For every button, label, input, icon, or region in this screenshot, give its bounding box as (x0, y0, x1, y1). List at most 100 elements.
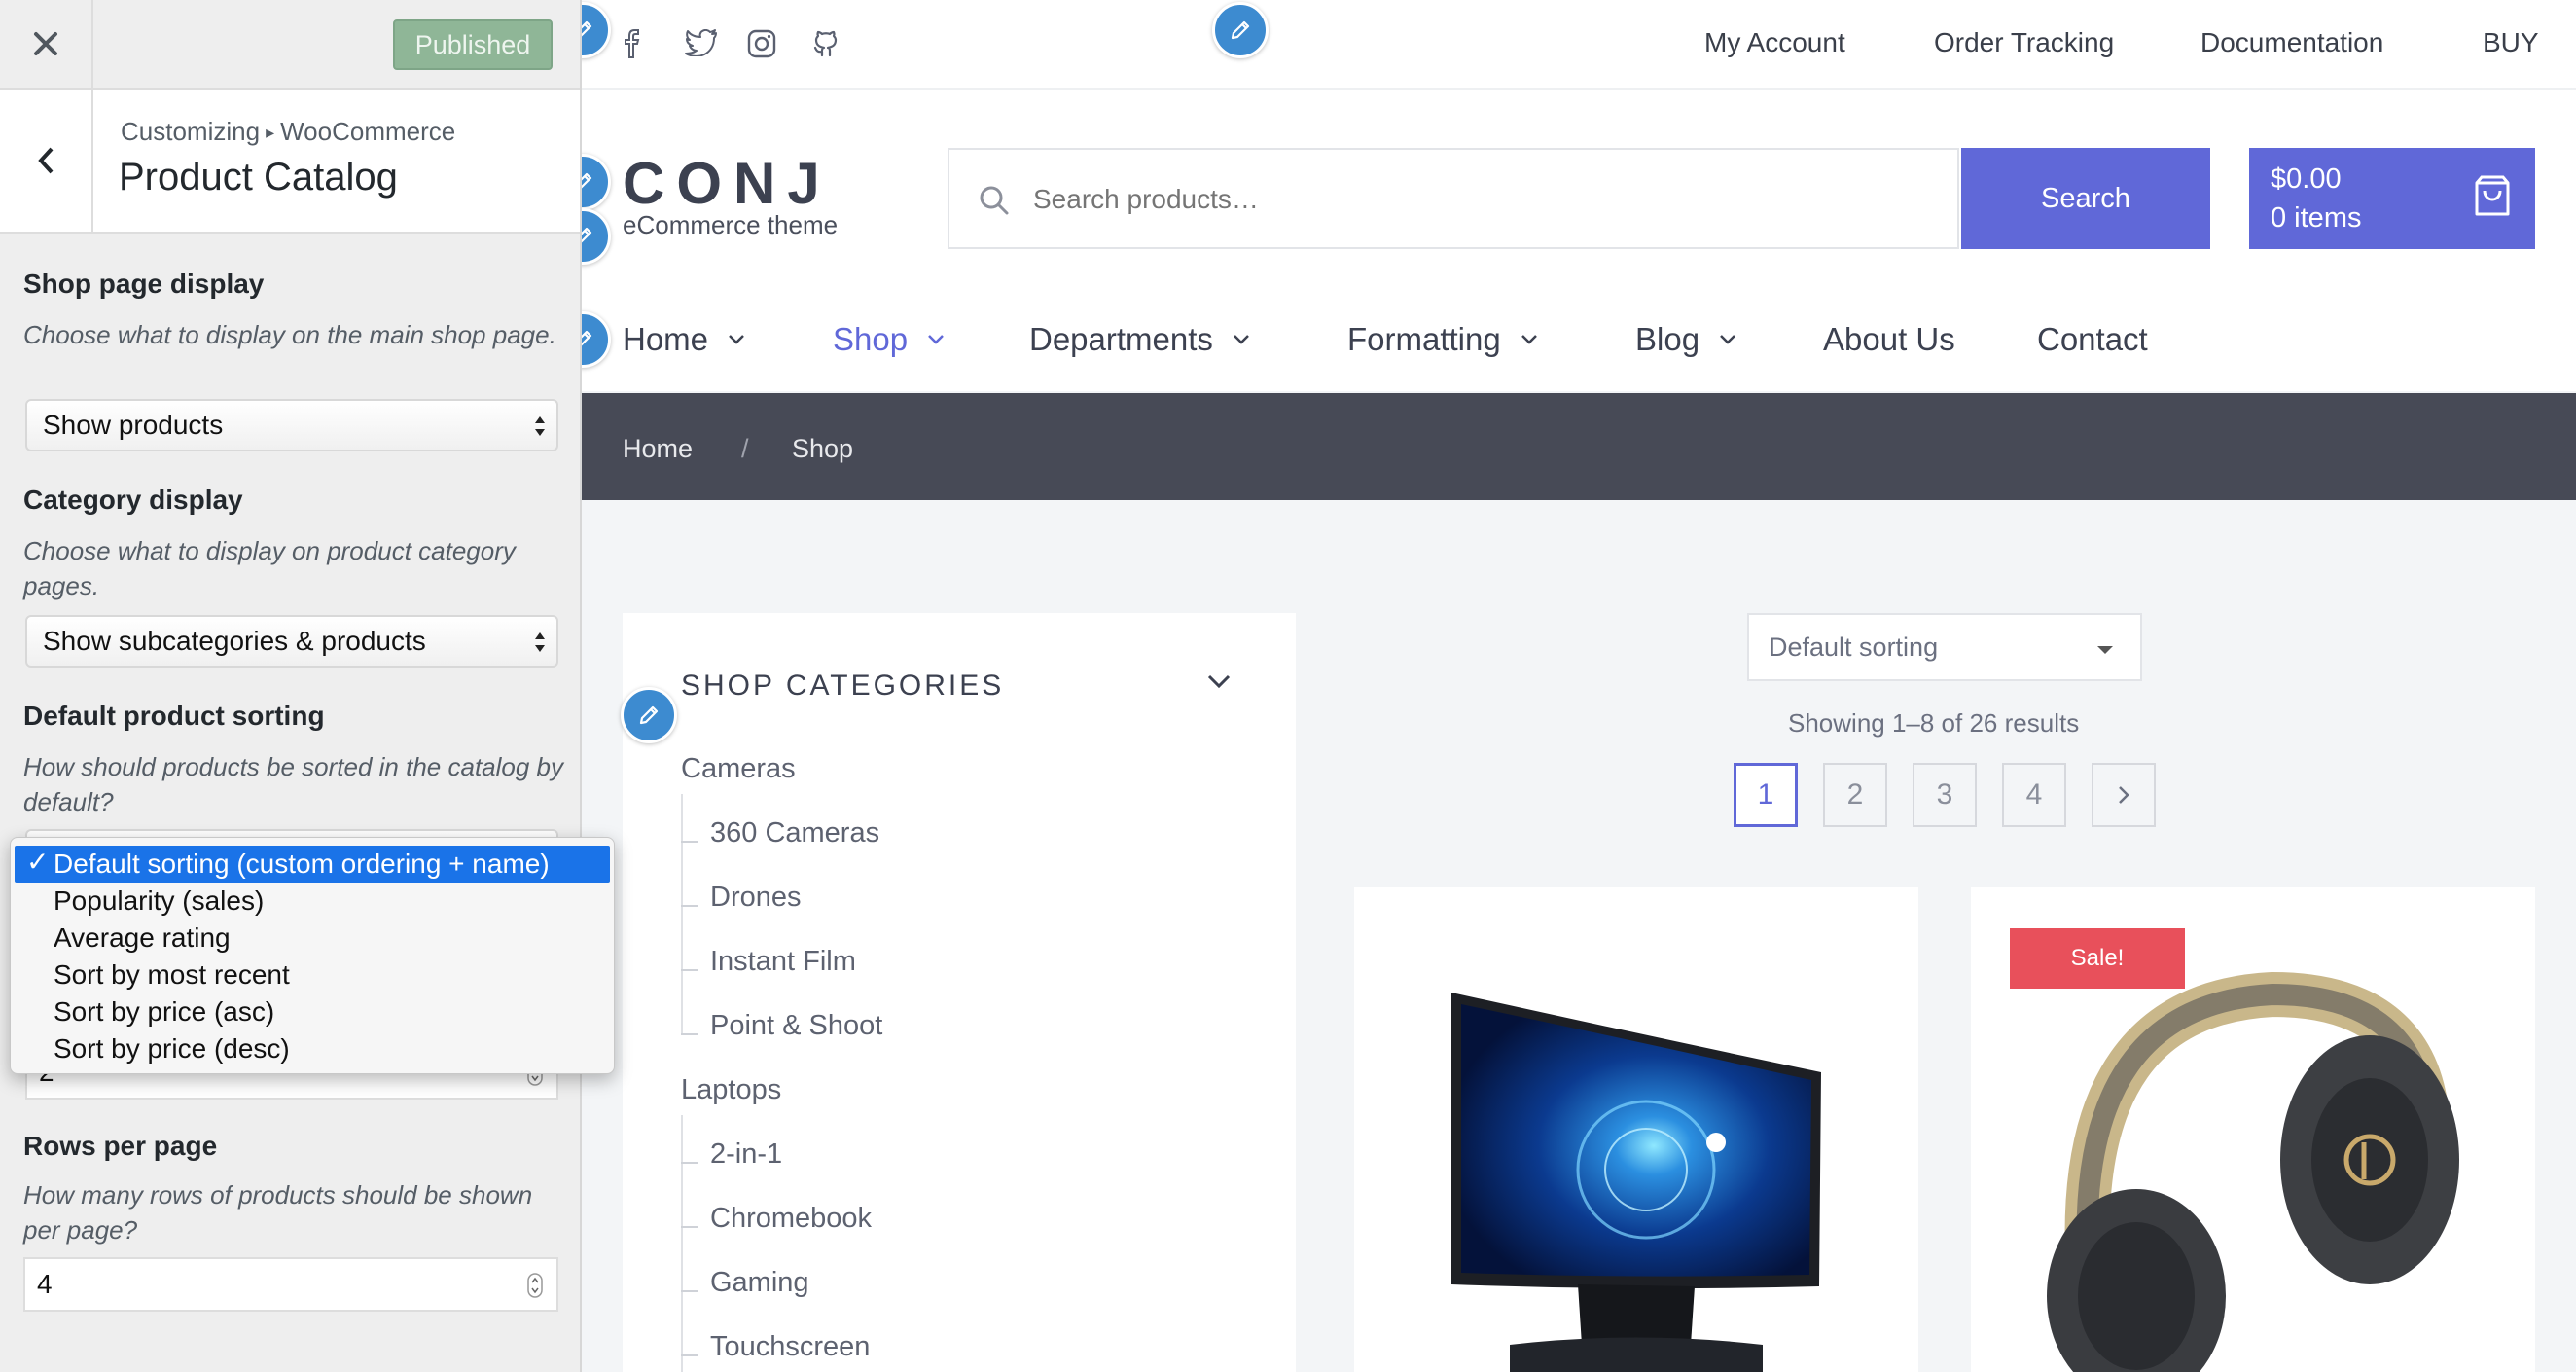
subcategory-link[interactable]: Instant Film (681, 946, 856, 978)
instagram-icon[interactable] (747, 29, 776, 58)
back-button[interactable] (0, 90, 93, 232)
section-title: Product Catalog (119, 156, 398, 199)
cart-button[interactable]: $0.00 0 items (2249, 148, 2535, 249)
search-icon (980, 186, 1009, 215)
site-preview: My Account Order Tracking Documentation … (582, 0, 2576, 1372)
nav-departments[interactable]: Departments (1029, 321, 1250, 358)
nav-blog[interactable]: Blog (1635, 321, 1736, 358)
widget-title: SHOP CATEGORIES (681, 669, 1005, 702)
sort-option[interactable]: Sort by price (desc) (11, 1030, 614, 1067)
sort-option-label: Sort by price (desc) (54, 1033, 290, 1064)
sorting-value: Default sorting (1769, 632, 1939, 662)
breadcrumb-separator: / (741, 434, 749, 463)
category-display-select[interactable]: Show subcategories & products (25, 615, 558, 668)
sort-option[interactable]: Sort by price (asc) (11, 993, 614, 1030)
sort-option[interactable]: Sort by most recent (11, 957, 614, 993)
buy-link[interactable]: BUY (2483, 27, 2539, 58)
nav-label: Departments (1029, 321, 1213, 357)
section-header: Customizing ▸ WooCommerce Product Catalog (0, 90, 580, 234)
category-display-label: Category display (23, 485, 243, 515)
nav-contact[interactable]: Contact (2037, 321, 2148, 358)
shop-display-select[interactable]: Show products (25, 399, 558, 451)
select-arrows-icon (535, 632, 545, 652)
edit-shortcut-button[interactable] (621, 687, 677, 743)
nav-label: Formatting (1347, 321, 1501, 357)
shop-categories-widget: SHOP CATEGORIES Cameras 360 Cameras Dron… (623, 613, 1296, 1372)
sort-option[interactable]: Average rating (11, 920, 614, 957)
breadcrumb: Home / Shop (582, 393, 2576, 500)
select-arrows-icon (535, 416, 545, 436)
documentation-link[interactable]: Documentation (2200, 27, 2383, 58)
close-customizer-button[interactable] (0, 0, 93, 88)
subcategory-link[interactable]: Drones (681, 882, 802, 914)
twitter-icon[interactable] (685, 29, 718, 56)
pencil-icon (582, 172, 592, 189)
subcategory-link[interactable]: 360 Cameras (681, 817, 879, 849)
subcategory-link[interactable]: Touchscreen (681, 1331, 870, 1363)
order-tracking-link[interactable]: Order Tracking (1934, 27, 2114, 58)
site-logo[interactable]: CONJ (623, 150, 832, 217)
nav-label: Home (623, 321, 709, 357)
top-bar: My Account Order Tracking Documentation … (582, 0, 2576, 90)
product-card[interactable]: Sale! (1971, 887, 2535, 1372)
pencil-icon (639, 705, 659, 725)
subcategory-link[interactable]: Chromebook (681, 1203, 872, 1235)
shop-display-value: Show products (43, 410, 224, 440)
category-link[interactable]: Cameras (681, 753, 796, 785)
sort-option[interactable]: Popularity (sales) (11, 883, 614, 920)
search-field[interactable] (948, 148, 1959, 249)
close-icon (34, 32, 57, 55)
curved-monitor-image (1451, 993, 1821, 1372)
nav-label: Contact (2037, 321, 2148, 357)
nav-home[interactable]: Home (623, 321, 745, 358)
pencil-icon (582, 20, 592, 37)
rows-per-page-input[interactable]: 4 (23, 1257, 558, 1312)
pagination-page[interactable]: 2 (1823, 763, 1887, 827)
subcategory-link[interactable]: 2-in-1 (681, 1138, 782, 1171)
subcategory-link[interactable]: Gaming (681, 1267, 809, 1299)
pagination-page[interactable]: 3 (1913, 763, 1977, 827)
chevron-left-icon (38, 147, 54, 174)
pagination-next-button[interactable] (2092, 763, 2156, 827)
rows-per-page-label: Rows per page (23, 1131, 218, 1161)
customizer-breadcrumb: Customizing ▸ WooCommerce (121, 117, 455, 147)
default-sorting-description: How should products be sorted in the cat… (23, 752, 564, 816)
facebook-icon[interactable] (625, 29, 640, 58)
chevron-down-icon[interactable] (1206, 673, 1232, 689)
chevron-down-icon (1521, 335, 1537, 344)
sorting-select[interactable]: Default sorting (1747, 613, 2142, 681)
breadcrumb-home[interactable]: Home (623, 434, 693, 464)
github-icon[interactable] (811, 29, 841, 58)
chevron-right-icon (2119, 786, 2129, 804)
edit-shortcut-button[interactable] (1212, 2, 1269, 58)
chevron-down-icon (928, 335, 944, 344)
default-sorting-label: Default product sorting (23, 701, 325, 731)
pencil-icon (1231, 20, 1250, 40)
search-button[interactable]: Search (1961, 148, 2210, 249)
pagination-page[interactable]: 1 (1734, 763, 1798, 827)
pencil-icon (582, 227, 592, 243)
nav-shop[interactable]: Shop (833, 321, 945, 358)
breadcrumb-current: Shop (792, 434, 854, 463)
sort-option-label: Average rating (54, 922, 231, 953)
rows-per-page-value: 4 (37, 1269, 53, 1299)
customizer-header: Published (0, 0, 580, 90)
product-card[interactable] (1354, 887, 1918, 1372)
nav-formatting[interactable]: Formatting (1347, 321, 1538, 358)
sort-option[interactable]: ✓ Default sorting (custom ordering + name… (15, 846, 610, 883)
pagination-page[interactable]: 4 (2002, 763, 2066, 827)
search-input[interactable] (1031, 150, 1911, 249)
publish-button[interactable]: Published (393, 19, 553, 70)
nav-label: Blog (1635, 321, 1700, 357)
category-link[interactable]: Laptops (681, 1074, 781, 1106)
sort-option-label: Sort by most recent (54, 959, 290, 990)
nav-about-us[interactable]: About Us (1823, 321, 1955, 358)
nav-label: About Us (1823, 321, 1955, 357)
my-account-link[interactable]: My Account (1704, 27, 1845, 58)
site-tagline: eCommerce theme (623, 210, 839, 239)
subcategory-link[interactable]: Point & Shoot (681, 1010, 882, 1042)
sort-option-label: Popularity (sales) (54, 885, 265, 916)
shop-display-label: Shop page display (23, 269, 265, 299)
chevron-down-icon (729, 335, 744, 344)
sort-option-label: Sort by price (asc) (54, 996, 275, 1027)
